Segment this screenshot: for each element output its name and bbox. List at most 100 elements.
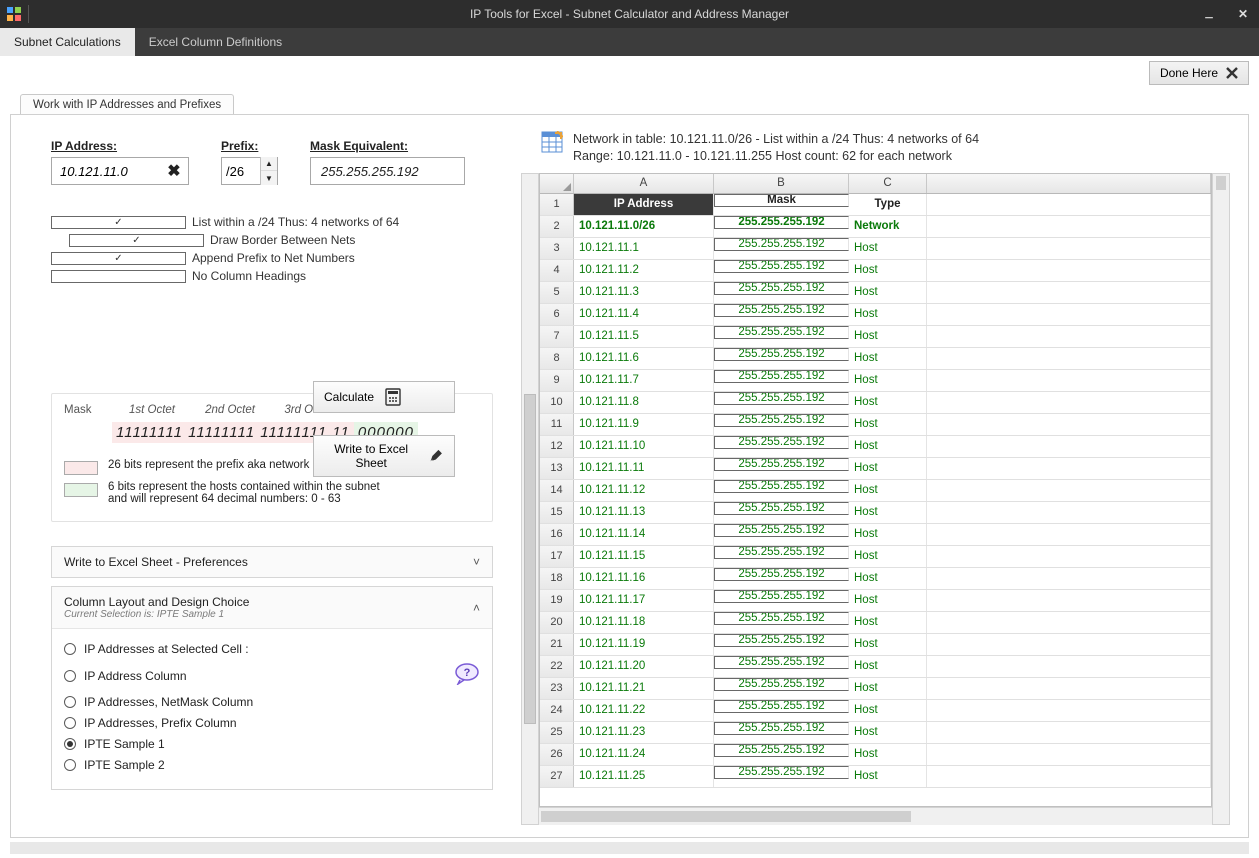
cell-b[interactable]: 255.255.255.192	[714, 744, 849, 757]
cell-a[interactable]: 10.121.11.11	[574, 458, 714, 479]
cell-b[interactable]: 255.255.255.192	[714, 524, 849, 537]
row-header[interactable]: 27	[540, 766, 574, 787]
cell-a[interactable]: 10.121.11.3	[574, 282, 714, 303]
cell-c[interactable]: Host	[849, 612, 927, 633]
cell-b[interactable]: 255.255.255.192	[714, 656, 849, 669]
scrollbar-right-thumb[interactable]	[1216, 176, 1226, 190]
row-header[interactable]: 24	[540, 700, 574, 721]
row-header[interactable]: 14	[540, 480, 574, 501]
cell-a[interactable]: 10.121.11.17	[574, 590, 714, 611]
accordion-write-prefs[interactable]: Write to Excel Sheet - Preferences ˅	[51, 546, 493, 578]
prefix-input[interactable]	[222, 158, 260, 184]
cell-a[interactable]: 10.121.11.2	[574, 260, 714, 281]
cell-b[interactable]: 255.255.255.192	[714, 458, 849, 471]
cell-empty[interactable]	[927, 678, 1211, 699]
cell-empty[interactable]	[927, 568, 1211, 589]
checkbox-list-within-24[interactable]: ✓	[51, 216, 186, 229]
cell-a[interactable]: 10.121.11.20	[574, 656, 714, 677]
cell-b[interactable]: 255.255.255.192	[714, 678, 849, 691]
cell-c[interactable]: Host	[849, 238, 927, 259]
cell-b[interactable]: 255.255.255.192	[714, 370, 849, 383]
row-header[interactable]: 15	[540, 502, 574, 523]
scrollbar-right[interactable]	[1212, 173, 1230, 825]
cell-empty[interactable]	[927, 238, 1211, 259]
cell-empty[interactable]	[927, 634, 1211, 655]
cell-c[interactable]: Host	[849, 370, 927, 391]
cell-a[interactable]: 10.121.11.5	[574, 326, 714, 347]
cell-empty[interactable]	[927, 502, 1211, 523]
cell-b[interactable]: 255.255.255.192	[714, 282, 849, 295]
table-row[interactable]: 210.121.11.0/26255.255.255.192Network	[540, 216, 1211, 238]
cell-a[interactable]: 10.121.11.21	[574, 678, 714, 699]
cell-empty[interactable]	[927, 524, 1211, 545]
cell-b[interactable]: 255.255.255.192	[714, 348, 849, 361]
cell-c[interactable]: Host	[849, 458, 927, 479]
row-header[interactable]: 5	[540, 282, 574, 303]
cell-c[interactable]: Host	[849, 568, 927, 589]
cell-empty[interactable]	[927, 458, 1211, 479]
cell-b[interactable]: 255.255.255.192	[714, 414, 849, 427]
cell-b[interactable]: 255.255.255.192	[714, 216, 849, 229]
table-row[interactable]: 910.121.11.7255.255.255.192Host	[540, 370, 1211, 392]
table-row[interactable]: 310.121.11.1255.255.255.192Host	[540, 238, 1211, 260]
table-row[interactable]: 1610.121.11.14255.255.255.192Host	[540, 524, 1211, 546]
cell-a[interactable]: 10.121.11.1	[574, 238, 714, 259]
cell-empty[interactable]	[927, 656, 1211, 677]
table-row[interactable]: 1210.121.11.10255.255.255.192Host	[540, 436, 1211, 458]
cell-b[interactable]: 255.255.255.192	[714, 590, 849, 603]
radio-5[interactable]	[64, 759, 76, 771]
cell-a[interactable]: 10.121.11.14	[574, 524, 714, 545]
ip-address-input[interactable]	[52, 158, 160, 184]
radio-option-4[interactable]: IPTE Sample 1	[64, 737, 480, 751]
cell-b[interactable]: Mask	[714, 194, 849, 207]
cell-empty[interactable]	[927, 480, 1211, 501]
cell-c[interactable]: Host	[849, 392, 927, 413]
row-header[interactable]: 11	[540, 414, 574, 435]
row-header[interactable]: 9	[540, 370, 574, 391]
cell-a[interactable]: 10.121.11.23	[574, 722, 714, 743]
accordion-column-layout-header[interactable]: Column Layout and Design Choice Current …	[52, 587, 492, 628]
cell-b[interactable]: 255.255.255.192	[714, 700, 849, 713]
table-row[interactable]: 1710.121.11.15255.255.255.192Host	[540, 546, 1211, 568]
cell-c[interactable]: Host	[849, 590, 927, 611]
cell-a[interactable]: 10.121.11.9	[574, 414, 714, 435]
cell-c[interactable]: Host	[849, 634, 927, 655]
cell-c[interactable]: Host	[849, 744, 927, 765]
cell-a[interactable]: 10.121.11.12	[574, 480, 714, 501]
table-row[interactable]: 2510.121.11.23255.255.255.192Host	[540, 722, 1211, 744]
table-row[interactable]: 2010.121.11.18255.255.255.192Host	[540, 612, 1211, 634]
row-header[interactable]: 16	[540, 524, 574, 545]
grid-col-C[interactable]: C	[849, 174, 927, 193]
cell-b[interactable]: 255.255.255.192	[714, 502, 849, 515]
cell-empty[interactable]	[927, 370, 1211, 391]
cell-b[interactable]: 255.255.255.192	[714, 304, 849, 317]
table-row[interactable]: 2110.121.11.19255.255.255.192Host	[540, 634, 1211, 656]
checkbox-no-column-headings[interactable]	[51, 270, 186, 283]
cell-b[interactable]: 255.255.255.192	[714, 326, 849, 339]
table-row[interactable]: 1310.121.11.11255.255.255.192Host	[540, 458, 1211, 480]
cell-b[interactable]: 255.255.255.192	[714, 766, 849, 779]
row-header[interactable]: 21	[540, 634, 574, 655]
cell-c[interactable]: Host	[849, 722, 927, 743]
table-row[interactable]: 1910.121.11.17255.255.255.192Host	[540, 590, 1211, 612]
row-header[interactable]: 8	[540, 348, 574, 369]
table-row[interactable]: 1IP AddressMaskType	[540, 194, 1211, 216]
grid-col-A[interactable]: A	[574, 174, 714, 193]
cell-empty[interactable]	[927, 414, 1211, 435]
cell-empty[interactable]	[927, 590, 1211, 611]
cell-a[interactable]: 10.121.11.19	[574, 634, 714, 655]
table-row[interactable]: 2610.121.11.24255.255.255.192Host	[540, 744, 1211, 766]
row-header[interactable]: 6	[540, 304, 574, 325]
table-row[interactable]: 610.121.11.4255.255.255.192Host	[540, 304, 1211, 326]
checkbox-append-prefix[interactable]: ✓	[51, 252, 186, 265]
cell-b[interactable]: 255.255.255.192	[714, 546, 849, 559]
cell-empty[interactable]	[927, 436, 1211, 457]
close-button[interactable]: ✕	[1231, 4, 1255, 24]
cell-empty[interactable]	[927, 194, 1211, 215]
row-header[interactable]: 3	[540, 238, 574, 259]
prefix-spin-up[interactable]: ▲	[261, 157, 277, 171]
cell-empty[interactable]	[927, 392, 1211, 413]
cell-a[interactable]: 10.121.11.7	[574, 370, 714, 391]
scrollbar-horizontal-thumb[interactable]	[541, 811, 911, 822]
grid-select-all-corner[interactable]	[540, 174, 574, 193]
